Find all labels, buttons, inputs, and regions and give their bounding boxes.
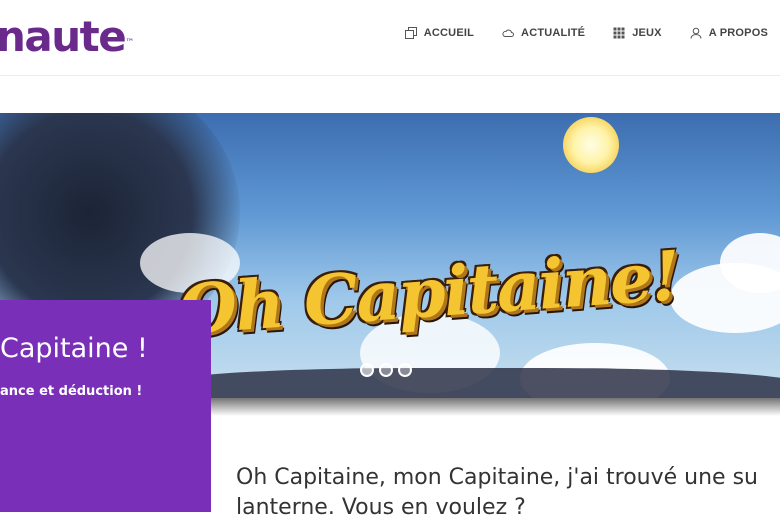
slider-dots xyxy=(360,363,412,377)
user-icon xyxy=(690,27,702,39)
nav-label: A PROPOS xyxy=(708,27,768,39)
logo-text: naute xyxy=(0,12,127,61)
card-subtitle: ance et déduction ! xyxy=(0,384,143,399)
nav-label: ACCUEIL xyxy=(423,27,475,39)
nav-item-a-propos[interactable]: A PROPOS xyxy=(690,27,768,39)
slider-dot-2[interactable] xyxy=(379,363,393,377)
nav-label: ACTUALITÉ xyxy=(521,27,586,39)
cloud-icon xyxy=(502,29,515,37)
site-logo[interactable]: naute™ xyxy=(0,12,134,62)
card-title: Capitaine ! xyxy=(0,333,148,364)
grid-icon xyxy=(613,27,625,39)
hero-shadow xyxy=(210,398,780,416)
lead-line-1: Oh Capitaine, mon Capitaine, j'ai trouvé… xyxy=(236,465,758,490)
main-nav: ACCUEIL ACTUALITÉ JEUX A PROPOS xyxy=(404,27,768,39)
copy-icon xyxy=(404,27,417,39)
slider-dot-3[interactable] xyxy=(398,363,412,377)
nav-label: JEUX xyxy=(632,27,662,39)
lead-line-2: lanterne. Vous en voulez ? xyxy=(236,495,526,520)
sun-art xyxy=(563,117,619,173)
trademark-symbol: ™ xyxy=(125,38,135,48)
site-header: naute™ ACCUEIL ACTUALITÉ JEUX A PROPOS xyxy=(0,0,780,76)
ground-art xyxy=(160,368,780,398)
article-lead: Oh Capitaine, mon Capitaine, j'ai trouvé… xyxy=(236,463,780,523)
nav-item-actualite[interactable]: ACTUALITÉ xyxy=(502,27,585,39)
nav-item-accueil[interactable]: ACCUEIL xyxy=(404,27,475,39)
nav-item-jeux[interactable]: JEUX xyxy=(613,27,662,39)
slider-dot-1[interactable] xyxy=(360,363,374,377)
feature-card[interactable]: Capitaine ! ance et déduction ! xyxy=(0,300,211,512)
